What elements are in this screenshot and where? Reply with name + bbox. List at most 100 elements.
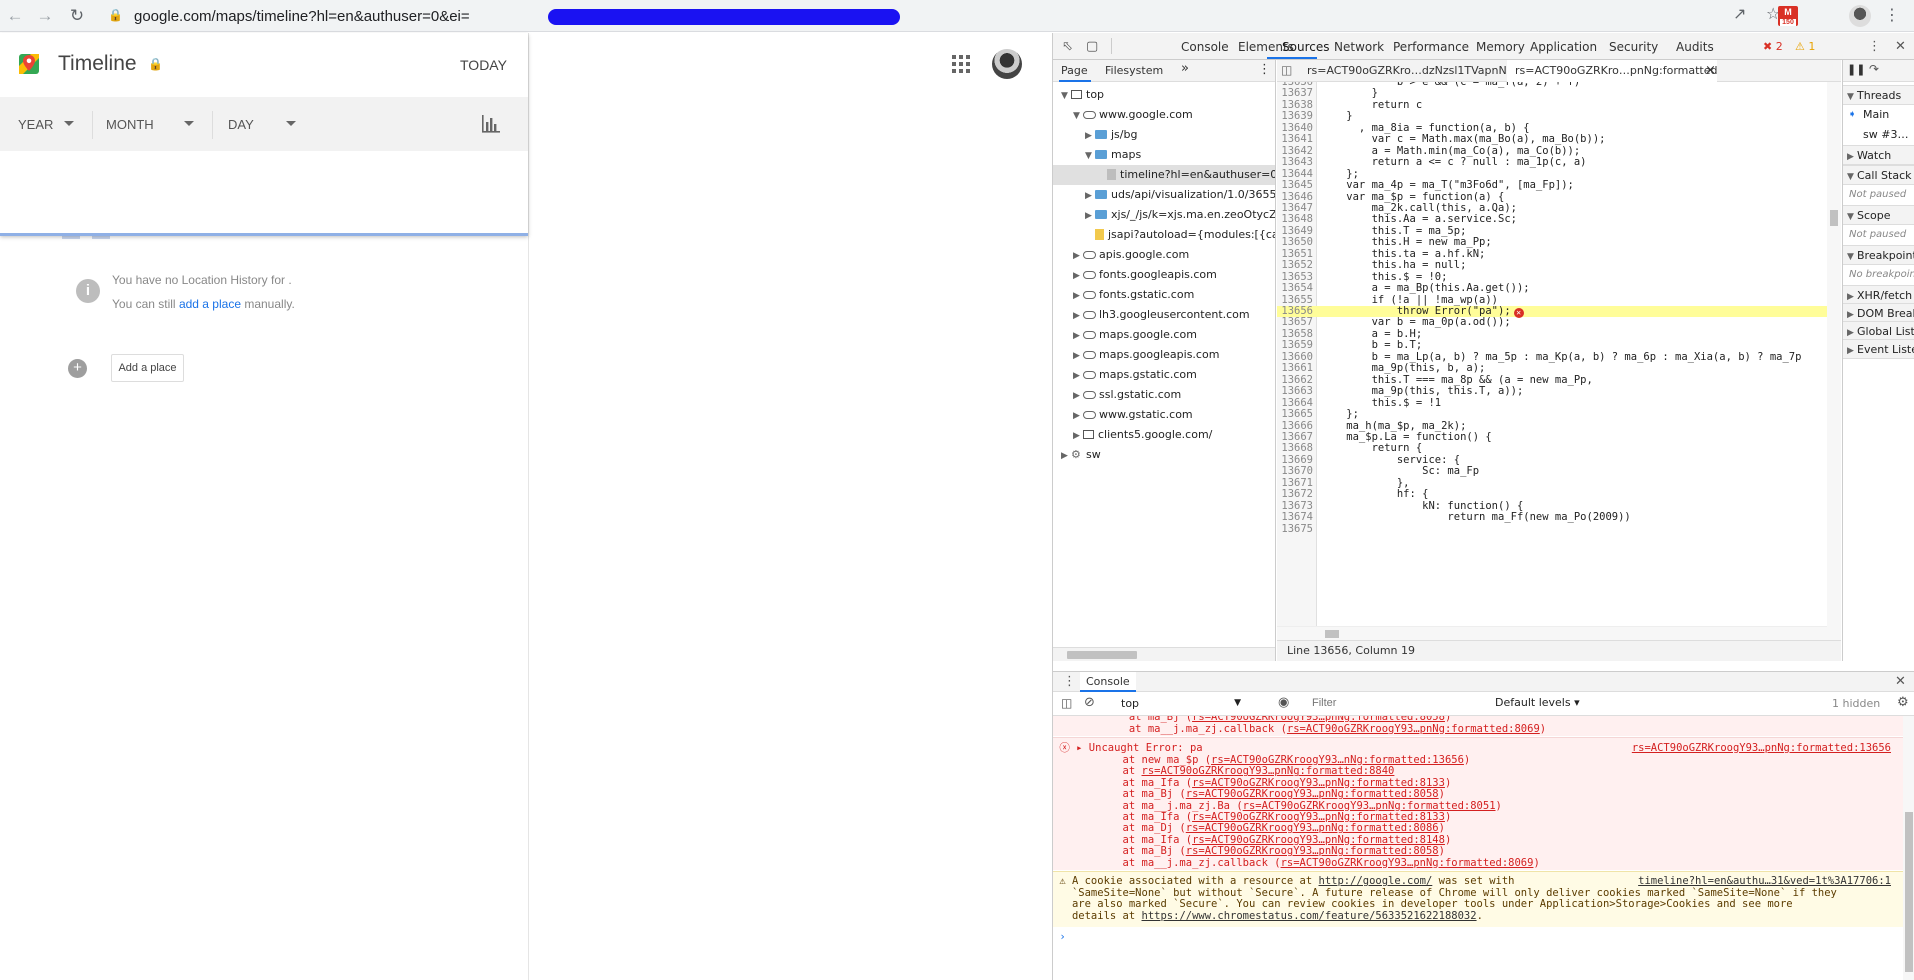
expand-right-icon[interactable]: ▶ bbox=[1073, 426, 1083, 446]
tab-application[interactable]: Application bbox=[1530, 40, 1597, 54]
console-prompt-icon[interactable]: › bbox=[1053, 930, 1903, 944]
pause-icon[interactable]: ❚❚ bbox=[1847, 63, 1865, 76]
editor-tab-minified[interactable]: rs=ACT90oGZRKro…dzNzsl1TVapnNg bbox=[1307, 64, 1514, 77]
forward-arrow-icon[interactable]: → bbox=[34, 5, 56, 27]
error-count-badge[interactable]: ✖ 2 bbox=[1763, 40, 1783, 53]
navigator-horizontal-scrollbar[interactable] bbox=[1053, 647, 1275, 661]
tab-network[interactable]: Network bbox=[1334, 40, 1384, 54]
google-apps-icon[interactable] bbox=[952, 55, 970, 73]
reload-icon[interactable]: ↻ bbox=[66, 5, 88, 27]
tree-item[interactable]: ▶ ssl.gstatic.com bbox=[1053, 385, 1275, 406]
back-arrow-icon[interactable]: ← bbox=[4, 5, 26, 27]
scroll-thumb[interactable] bbox=[1830, 210, 1838, 226]
expand-right-icon[interactable]: ▶ bbox=[1061, 446, 1071, 466]
month-dropdown[interactable]: MONTH bbox=[106, 117, 154, 132]
clear-console-icon[interactable]: ⊘ bbox=[1084, 695, 1095, 710]
address-bar[interactable]: 🔒 google.com/maps/timeline?hl=en&authuse… bbox=[98, 3, 1786, 29]
pane-call-stack[interactable]: ▼ Call Stack bbox=[1843, 165, 1914, 185]
expand-right-icon[interactable]: ▶ bbox=[1073, 246, 1083, 266]
close-drawer-icon[interactable]: ✕ bbox=[1895, 674, 1906, 689]
open-in-app-icon[interactable]: ↗ bbox=[1733, 7, 1746, 23]
line-number[interactable]: 13672 bbox=[1277, 488, 1313, 500]
pane-scope[interactable]: ▼ Scope bbox=[1843, 205, 1914, 225]
tree-item[interactable]: ▶ fonts.googleapis.com bbox=[1053, 265, 1275, 286]
console-settings-gear-icon[interactable]: ⚙ bbox=[1897, 695, 1909, 710]
expand-down-icon[interactable]: ▼ bbox=[1073, 106, 1083, 126]
device-toolbar-icon[interactable]: ▢ bbox=[1086, 39, 1098, 54]
tree-item[interactable]: ▶ fonts.gstatic.com bbox=[1053, 285, 1275, 305]
expand-right-icon[interactable]: ▶ bbox=[1085, 186, 1095, 206]
line-number[interactable]: 13652 bbox=[1277, 259, 1313, 271]
expand-right-icon[interactable]: ▶ bbox=[1073, 366, 1083, 386]
line-number[interactable]: 13674 bbox=[1277, 511, 1313, 523]
pane-threads[interactable]: ▼ Threads bbox=[1843, 85, 1914, 105]
pane-global-listeners[interactable]: ▶Global Listeners bbox=[1843, 321, 1914, 341]
editor-vertical-scrollbar[interactable] bbox=[1827, 82, 1841, 640]
console-filter-input[interactable] bbox=[1307, 695, 1487, 712]
thread-item[interactable]: ➧ Main bbox=[1843, 105, 1914, 125]
expand-right-icon[interactable]: ▶ bbox=[1073, 266, 1083, 286]
pane-event-listeners[interactable]: ▶Event Listeners bbox=[1843, 339, 1914, 359]
tree-item[interactable]: ▶ apis.google.com bbox=[1053, 245, 1275, 266]
line-number[interactable]: 13641 bbox=[1277, 133, 1313, 145]
expand-down-icon[interactable]: ▼ bbox=[1085, 146, 1095, 166]
add-place-plus-icon[interactable]: + bbox=[68, 359, 87, 378]
tab-security[interactable]: Security bbox=[1609, 40, 1658, 54]
tab-console[interactable]: Console bbox=[1181, 40, 1229, 54]
tree-item[interactable]: jsapi?autoload={modules:[{calll bbox=[1053, 225, 1275, 245]
toggle-navigator-icon[interactable]: ◫ bbox=[1281, 63, 1292, 77]
line-number[interactable]: 13675 bbox=[1277, 523, 1313, 535]
gmail-extension-icon[interactable]: M 150 bbox=[1778, 6, 1798, 26]
source-link[interactable]: rs=ACT90oGZRKroogY93…pnNg:formatted:8069 bbox=[1281, 857, 1534, 869]
tree-item[interactable]: ▼ maps bbox=[1053, 145, 1275, 166]
console-vertical-scrollbar[interactable] bbox=[1903, 716, 1914, 980]
expand-right-icon[interactable]: ▶ bbox=[1085, 206, 1095, 226]
line-number[interactable]: 13661 bbox=[1277, 362, 1313, 374]
scroll-thumb[interactable] bbox=[1067, 651, 1137, 659]
tree-item[interactable]: ▶ maps.gstatic.com bbox=[1053, 365, 1275, 386]
show-sidebar-icon[interactable]: ◫ bbox=[1061, 696, 1072, 710]
browser-profile-avatar[interactable] bbox=[1849, 5, 1871, 27]
line-number[interactable]: 13663 bbox=[1277, 385, 1313, 397]
tree-item[interactable]: ▶ uds/api/visualization/1.0/36558 bbox=[1053, 185, 1275, 206]
scroll-thumb[interactable] bbox=[1905, 812, 1913, 972]
warning-count-badge[interactable]: ⚠ 1 bbox=[1795, 40, 1815, 53]
tree-item[interactable]: timeline?hl=en&authuser=0& bbox=[1053, 165, 1275, 185]
uncaught-error-message[interactable]: ⓧ ▸ Uncaught Error: pa rs=ACT90oGZRKroogY… bbox=[1053, 737, 1903, 870]
tree-item[interactable]: ▼ top bbox=[1053, 85, 1275, 105]
bar-chart-icon[interactable] bbox=[481, 113, 501, 133]
tab-page[interactable]: Page bbox=[1061, 64, 1088, 77]
tab-memory[interactable]: Memory bbox=[1476, 40, 1525, 54]
close-tab-icon[interactable]: × bbox=[1705, 63, 1716, 78]
warning-source-link[interactable]: timeline?hl=en&authu…31&ved=1t%3A17706:1 bbox=[1638, 874, 1891, 888]
thread-item[interactable]: sw #3… bbox=[1843, 125, 1914, 145]
expand-right-icon[interactable]: ▶ bbox=[1073, 406, 1083, 426]
code-view[interactable]: 13636 b > e && (c = ma_f(a, 2) + f) 13637… bbox=[1277, 82, 1841, 640]
tree-item[interactable]: ▶ js/bg bbox=[1053, 125, 1275, 145]
inspect-element-icon[interactable]: ⬁ bbox=[1062, 39, 1073, 54]
line-number[interactable]: 13643 bbox=[1277, 156, 1313, 168]
pane-watch[interactable]: ▶ Watch bbox=[1843, 145, 1914, 165]
live-expression-eye-icon[interactable]: ◉ bbox=[1278, 695, 1289, 710]
tab-sources[interactable]: Sources bbox=[1282, 40, 1329, 54]
tree-item[interactable]: ▶ xjs/_/js/k=xjs.ma.en.zeoOtycZZ bbox=[1053, 205, 1275, 226]
add-place-button[interactable]: Add a place bbox=[111, 354, 184, 382]
source-link[interactable]: rs=ACT90oGZRKroogY93…pnNg:formatted:8069 bbox=[1287, 723, 1540, 735]
tree-item[interactable]: ▶ maps.google.com bbox=[1053, 325, 1275, 345]
cookie-warning-message[interactable]: ⚠ A cookie associated with a resource at… bbox=[1053, 871, 1903, 927]
line-number[interactable]: 13645 bbox=[1277, 179, 1313, 191]
devtools-menu-icon[interactable]: ⋮ bbox=[1868, 39, 1881, 54]
expand-right-icon[interactable]: ▶ bbox=[1073, 386, 1083, 406]
scroll-thumb[interactable] bbox=[1325, 630, 1339, 638]
browser-menu-icon[interactable]: ⋮ bbox=[1884, 5, 1900, 25]
navigator-menu-icon[interactable]: ⋮ bbox=[1258, 62, 1271, 77]
today-button[interactable]: TODAY bbox=[460, 57, 507, 73]
tree-item[interactable]: ▶ clients5.google.com/ bbox=[1053, 425, 1275, 446]
pane-breakpoints[interactable]: ▼Breakpoints bbox=[1843, 245, 1914, 265]
day-dropdown[interactable]: DAY bbox=[228, 117, 254, 132]
context-selector[interactable]: top ▼ bbox=[1121, 695, 1245, 712]
tree-item[interactable]: ▶ maps.googleapis.com bbox=[1053, 345, 1275, 365]
drawer-menu-icon[interactable]: ⋮ bbox=[1063, 674, 1076, 689]
tree-item[interactable]: ▶ lh3.googleusercontent.com bbox=[1053, 305, 1275, 325]
editor-horizontal-scrollbar[interactable] bbox=[1277, 626, 1827, 640]
